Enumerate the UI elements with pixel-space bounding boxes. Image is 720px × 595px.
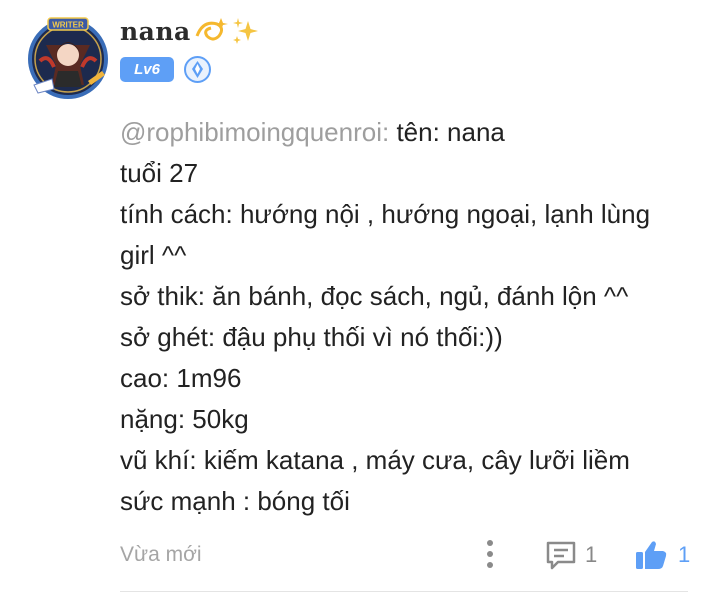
dizzy-icon [193, 16, 229, 46]
comment-line: cao: 1m96 [120, 363, 242, 393]
comment-line: @rophibimoingquenroi: tên: nana [120, 117, 505, 147]
comment-line: sức mạnh : bóng tối [120, 486, 350, 516]
reply-count: 1 [585, 542, 598, 567]
level-badge: Lv6 [120, 57, 174, 82]
sparkles-icon [231, 16, 261, 46]
comment-icon [546, 541, 576, 570]
avatar-badge-label: WRITER [52, 21, 84, 30]
comment-line: tính cách: hướng nội , hướng ngoại, lạnh… [120, 199, 651, 229]
reply-button[interactable]: 1 [545, 538, 597, 572]
comment-line: sở thik: ăn bánh, đọc sách, ngủ, đánh lộ… [120, 281, 629, 311]
comment-line: nặng: 50kg [120, 404, 249, 434]
comment-line: sở ghét: đậu phụ thối vì nó thối:)) [120, 322, 503, 352]
comment-footer: Vừa mới 1 1 [120, 535, 695, 575]
comment-line: tuổi 27 [120, 158, 199, 188]
thumbs-up-icon [636, 541, 667, 569]
more-vertical-icon [487, 540, 493, 568]
timestamp: Vừa mới [120, 543, 202, 566]
avatar[interactable]: WRITER [26, 15, 110, 99]
diamond-rank-icon [184, 56, 211, 83]
like-count: 1 [678, 542, 691, 567]
comment-body: @rophibimoingquenroi: tên: nana tuổi 27 … [120, 112, 700, 522]
username[interactable]: nana [120, 17, 191, 46]
like-button[interactable]: 1 [634, 538, 690, 572]
username-row: nana [120, 14, 261, 48]
comment-line: girl ^^ [120, 240, 187, 270]
mention-link[interactable]: @rophibimoingquenroi: [120, 117, 389, 147]
more-button[interactable] [480, 537, 500, 571]
avatar-image: WRITER [28, 17, 108, 99]
comment-line: vũ khí: kiếm katana , máy cưa, cây lưỡi … [120, 445, 630, 475]
divider [120, 591, 688, 592]
